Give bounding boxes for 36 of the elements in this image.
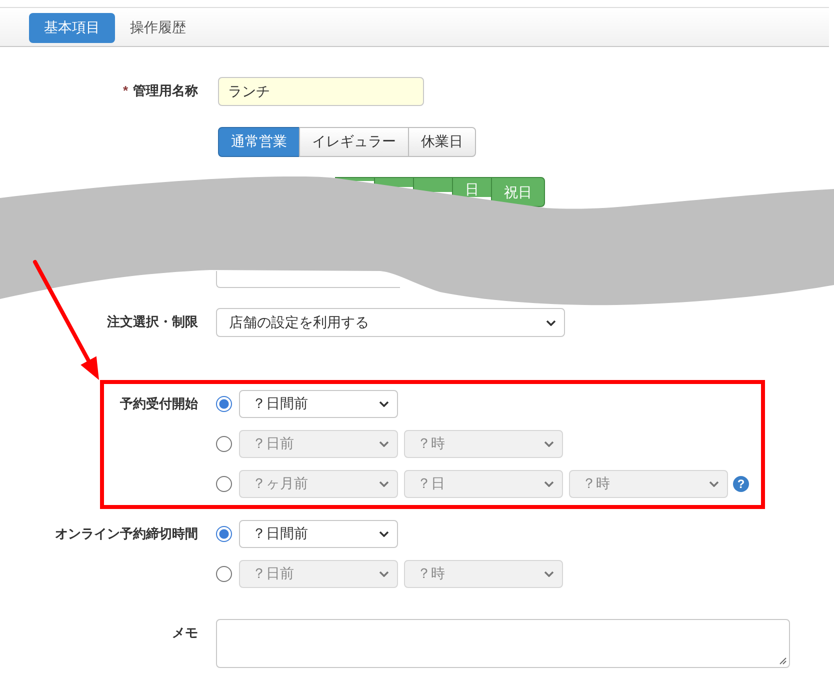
chevron-down-icon (379, 441, 389, 447)
radio-button[interactable] (216, 526, 232, 542)
radio-button[interactable] (216, 396, 232, 412)
field-label: 予約受付開始 (120, 395, 198, 413)
radio-button[interactable] (216, 566, 232, 582)
field-label: オンライン予約締切時間 (55, 525, 198, 543)
select-field[interactable] (216, 271, 400, 288)
day-button[interactable]: 祝日 (491, 177, 545, 207)
field-label: 注文選択・制限 (107, 313, 198, 331)
chevron-down-icon (544, 481, 554, 487)
day-button[interactable] (413, 177, 453, 192)
select-field[interactable]: 店舗の設定を利用する (216, 308, 565, 337)
chevron-down-icon (544, 441, 554, 447)
tab[interactable]: 基本項目 (29, 13, 115, 43)
chevron-down-icon (546, 320, 556, 326)
field-label: 管理用名称 (133, 82, 198, 100)
chevron-down-icon (544, 571, 554, 577)
radio-button[interactable] (216, 476, 232, 492)
day-button[interactable]: 日 (452, 177, 492, 197)
segmented-button[interactable]: イレギュラー (299, 127, 409, 157)
radio-button[interactable] (216, 436, 232, 452)
chevron-down-icon (379, 531, 389, 537)
resize-grip-icon (779, 657, 787, 665)
field-label: メモ (172, 624, 198, 642)
chevron-down-icon (709, 481, 719, 487)
required-mark: * (122, 82, 128, 100)
select-field[interactable]: ？日間前 (239, 520, 398, 548)
segmented-button[interactable]: 休業日 (408, 127, 476, 157)
select-field[interactable]: ？日間前 (239, 390, 398, 418)
chevron-down-icon (379, 481, 389, 487)
chevron-down-icon (379, 571, 389, 577)
tab[interactable]: 操作履歴 (115, 13, 201, 43)
segmented-button[interactable]: 通常営業 (218, 127, 300, 157)
chevron-down-icon (379, 401, 389, 407)
name-input[interactable]: ランチ (218, 77, 424, 106)
help-icon[interactable]: ? (733, 476, 749, 492)
